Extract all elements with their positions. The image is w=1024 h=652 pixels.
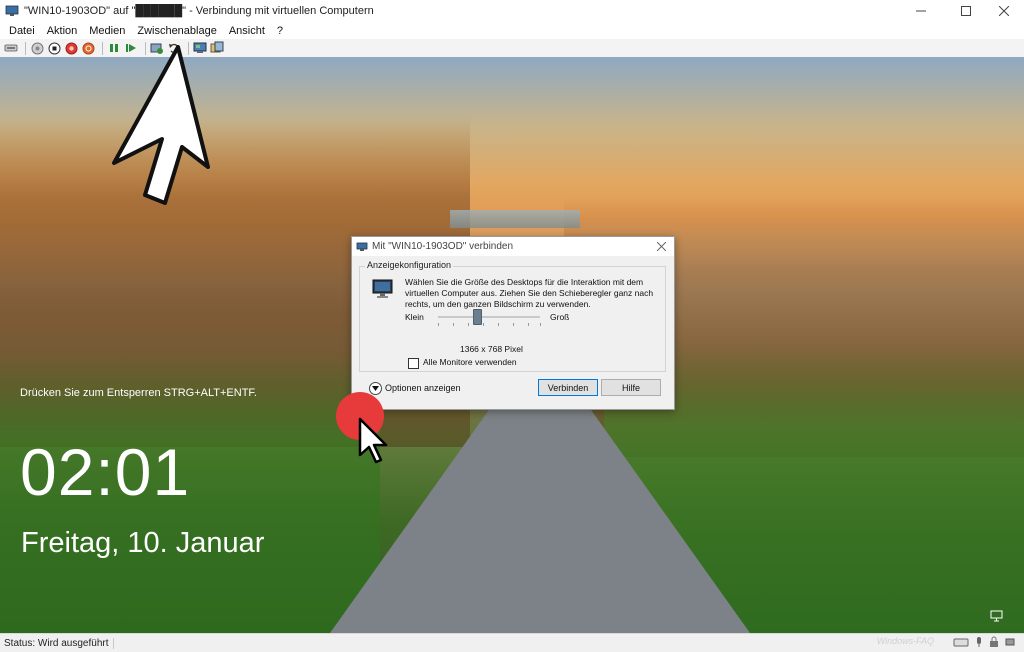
turn-off-icon [65, 42, 77, 54]
toolbar-separator [102, 41, 103, 55]
toolbar-separator [25, 41, 26, 55]
mouse-cursor-icon [358, 417, 388, 464]
menu-ansicht[interactable]: Ansicht [223, 25, 271, 37]
monitor-icon [372, 279, 393, 298]
dialog-close-button[interactable] [656, 239, 667, 254]
show-options-toggle[interactable] [369, 382, 382, 395]
share-button[interactable] [210, 41, 224, 55]
connect-dialog: Mit "WIN10-1903OD" verbinden Anzeigekonf… [351, 236, 675, 410]
watermark: Windows-FAQ [876, 636, 934, 646]
microphone-icon [977, 637, 981, 647]
slider-tick [513, 323, 514, 326]
annotation-arrow-icon [112, 45, 210, 205]
dialog-description: Wählen Sie die Größe des Desktops für di… [405, 277, 654, 309]
slider-tick [438, 323, 439, 326]
ctrl-alt-del-button[interactable] [4, 41, 18, 55]
slider-tick [468, 323, 469, 326]
window-title: "WIN10-1903OD" auf "██████" - Verbindung… [24, 5, 374, 17]
menu-bar: Datei Aktion Medien Zwischenablage Ansic… [0, 22, 1024, 39]
start-button[interactable] [30, 41, 44, 55]
window-titlebar: "WIN10-1903OD" auf "██████" - Verbindung… [0, 0, 1024, 22]
slider-tick [498, 323, 499, 326]
chevron-down-icon [372, 386, 379, 391]
vm-connection-icon [5, 5, 19, 16]
help-button[interactable]: Hilfe [601, 379, 661, 396]
lock-icon [990, 636, 998, 647]
show-options-label[interactable]: Optionen anzeigen [385, 383, 461, 393]
maximize-button[interactable] [946, 0, 986, 22]
menu-aktion[interactable]: Aktion [41, 25, 84, 37]
start-icon [31, 42, 43, 54]
status-bar: Status: Wird ausgeführt Windows-FAQ [0, 633, 1024, 652]
menu-medien[interactable]: Medien [83, 25, 131, 37]
all-monitors-label[interactable]: Alle Monitore verwenden [423, 357, 517, 367]
group-label: Anzeigekonfiguration [365, 260, 454, 270]
close-button[interactable] [984, 0, 1024, 22]
background-water [450, 210, 580, 228]
close-icon [999, 6, 1009, 16]
slider-tick [540, 323, 541, 326]
size-slider[interactable] [438, 316, 540, 318]
keyboard-icon [953, 638, 969, 647]
stop-button[interactable] [47, 41, 61, 55]
slider-tick [528, 323, 529, 326]
minimize-button[interactable] [901, 0, 941, 22]
usb-icon [1005, 638, 1015, 646]
share-icon [210, 41, 224, 53]
menu-help[interactable]: ? [271, 25, 289, 37]
resolution-label: 1366 x 768 Pixel [460, 344, 523, 354]
slider-thumb[interactable] [472, 309, 482, 325]
close-icon [656, 241, 667, 252]
shutdown-icon [82, 42, 94, 54]
status-text: Status: Wird ausgeführt [4, 637, 114, 649]
turn-off-button[interactable] [64, 41, 78, 55]
all-monitors-checkbox[interactable] [408, 358, 419, 369]
status-icons [953, 636, 1016, 648]
lockscreen-time: 02:01 [20, 435, 191, 509]
menu-datei[interactable]: Datei [0, 25, 41, 37]
menu-zwischenablage[interactable]: Zwischenablage [131, 25, 223, 37]
unlock-hint: Drücken Sie zum Entsperren STRG+ALT+ENTF… [20, 387, 257, 399]
vm-connection-icon [356, 242, 368, 251]
slider-max-label: Groß [550, 312, 570, 322]
shutdown-button[interactable] [81, 41, 95, 55]
ctrl-alt-del-icon [4, 44, 18, 52]
lockscreen-date: Freitag, 10. Januar [21, 527, 265, 559]
connect-button[interactable]: Verbinden [538, 379, 598, 396]
slider-tick [483, 323, 484, 326]
stop-icon [48, 42, 60, 54]
slider-min-label: Klein [405, 312, 424, 322]
dialog-title: Mit "WIN10-1903OD" verbinden [372, 241, 514, 252]
minimize-icon [916, 10, 926, 12]
maximize-icon [961, 6, 971, 16]
dialog-titlebar: Mit "WIN10-1903OD" verbinden [352, 237, 674, 256]
display-config-group: Anzeigekonfiguration Wählen Sie die Größ… [359, 260, 666, 372]
network-icon[interactable] [990, 609, 1004, 623]
slider-tick [453, 323, 454, 326]
